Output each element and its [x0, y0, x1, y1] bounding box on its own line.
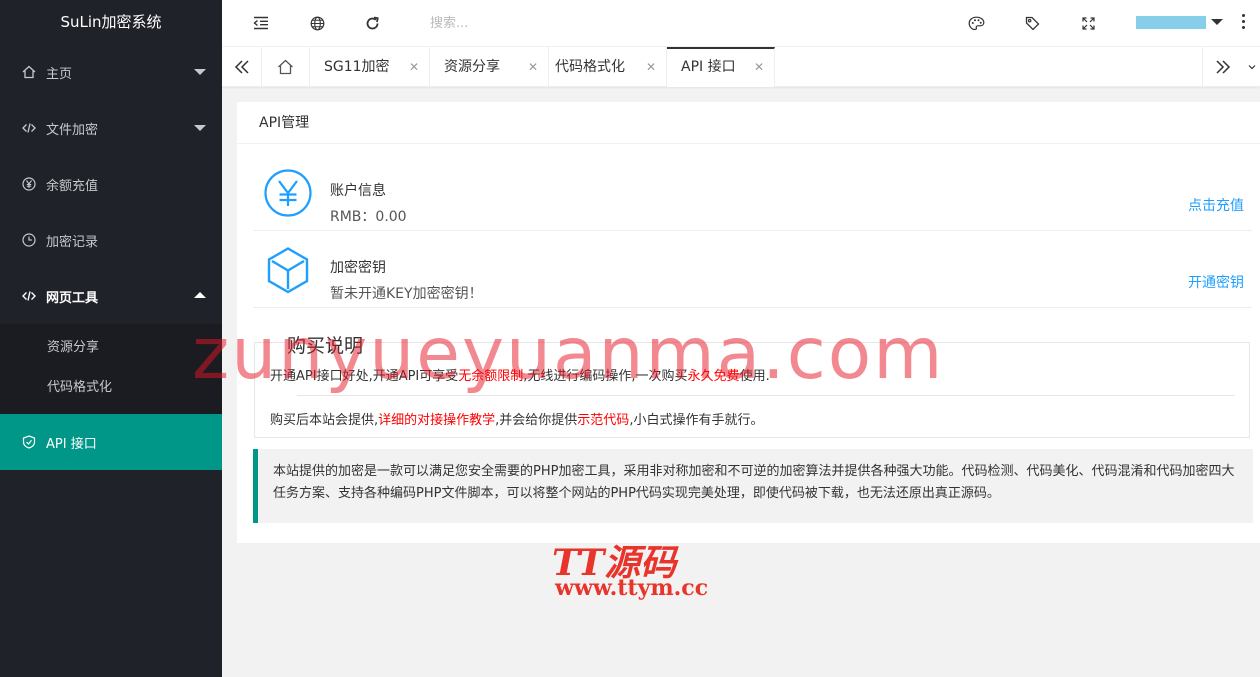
tabs-scroll-right-icon[interactable]	[1202, 47, 1242, 87]
sidebar-item-recharge[interactable]: 余额充值	[0, 156, 222, 212]
account-title: 账户信息	[330, 183, 386, 199]
tabs-scroll-left-icon[interactable]	[222, 47, 262, 87]
sidebar-item-home[interactable]: 主页	[0, 44, 222, 100]
tab-bar: SG11加密 ✕ 资源分享 ✕ 代码格式化 ✕ API 接口 ✕	[222, 47, 1260, 87]
tab-resource-share[interactable]: 资源分享 ✕	[430, 47, 549, 87]
close-icon[interactable]: ✕	[528, 47, 538, 87]
sidebar-item-label: 余额充值	[46, 178, 99, 194]
tab-api[interactable]: API 接口 ✕	[667, 47, 775, 87]
sidebar-item-web-tools[interactable]: 网页工具	[0, 268, 222, 324]
chevron-down-icon	[194, 125, 206, 131]
fullscreen-icon[interactable]	[1079, 14, 1097, 32]
refresh-icon[interactable]	[363, 14, 381, 32]
sidebar-subitem-code-format[interactable]: 代码格式化	[0, 368, 222, 408]
search-input[interactable]	[430, 13, 610, 33]
watermark-domain: zunyueyuanma.com	[192, 312, 945, 395]
close-icon[interactable]: ✕	[754, 49, 764, 85]
more-vertical-icon[interactable]	[1242, 14, 1246, 32]
chevron-down-icon[interactable]	[1211, 19, 1223, 25]
key-status: 暂未开通KEY加密密钥！	[330, 286, 483, 302]
tab-home[interactable]	[262, 47, 310, 87]
account-balance: RMB：0.00	[330, 209, 407, 225]
recharge-link[interactable]: 点击充值	[1188, 195, 1244, 215]
chevron-down-icon	[194, 69, 206, 75]
home-icon	[22, 65, 36, 79]
yen-icon	[263, 168, 313, 218]
sidebar-item-label: 加密记录	[46, 234, 99, 250]
encrypt-key-row: 加密密钥 暂未开通KEY加密密钥！ 开通密钥	[253, 231, 1252, 308]
code-icon	[22, 289, 36, 303]
page-title: API管理	[237, 102, 1260, 144]
chevron-up-icon	[194, 292, 206, 298]
sidebar: SuLin加密系统 主页 文件加密 余额充值 加密记录 网页工具 资源分享 代码…	[0, 0, 222, 677]
account-info-row: 账户信息 RMB：0.00 点击充值	[253, 154, 1252, 231]
yen-icon	[22, 177, 36, 191]
sidebar-item-label: 主页	[46, 66, 73, 82]
tabs-dropdown-icon[interactable]	[1243, 47, 1260, 87]
sidebar-item-label: API 接口	[46, 436, 97, 452]
sidebar-item-records[interactable]: 加密记录	[0, 212, 222, 268]
home-icon	[277, 59, 294, 75]
open-key-link[interactable]: 开通密钥	[1188, 272, 1244, 292]
highlight-text: 示范代码	[577, 413, 630, 428]
text: ,小白式操作有手就行。	[629, 413, 764, 428]
tag-icon[interactable]	[1023, 14, 1041, 32]
cube-icon	[263, 245, 313, 295]
text: ,并会给你提供	[495, 413, 578, 428]
theme-palette-icon[interactable]	[967, 14, 985, 32]
shield-icon	[22, 435, 36, 449]
highlight-text: 详细的对接操作教学	[378, 413, 496, 428]
close-icon[interactable]: ✕	[409, 47, 419, 87]
sidebar-subitem-resource-share[interactable]: 资源分享	[0, 328, 222, 368]
description-note: 本站提供的加密是一款可以满足您安全需要的PHP加密工具，采用非对称加密和不可逆的…	[253, 449, 1253, 523]
divider	[297, 395, 1235, 396]
close-icon[interactable]: ✕	[646, 47, 656, 87]
sidebar-item-file-encrypt[interactable]: 文件加密	[0, 100, 222, 156]
watermark-url: www.ttym.cc	[555, 575, 709, 601]
sidebar-item-label: 网页工具	[46, 290, 99, 306]
tab-sg11[interactable]: SG11加密 ✕	[310, 47, 430, 87]
top-header	[222, 0, 1260, 47]
app-title: SuLin加密系统	[60, 13, 162, 31]
text: 购买后本站会提供,	[270, 413, 379, 428]
sidebar-item-api[interactable]: API 接口	[0, 414, 222, 470]
globe-icon[interactable]	[308, 14, 326, 32]
purchase-line-2: 购买后本站会提供,详细的对接操作教学,并会给你提供示范代码,小白式操作有手就行。	[270, 409, 763, 428]
tab-code-format[interactable]: 代码格式化 ✕	[541, 47, 667, 87]
tab-label: 资源分享	[444, 59, 500, 75]
tab-label: API 接口	[681, 59, 736, 75]
menu-fold-icon[interactable]	[252, 14, 270, 32]
clock-icon	[22, 233, 36, 247]
tab-label: SG11加密	[324, 59, 390, 75]
sidebar-item-label: 文件加密	[46, 122, 99, 138]
code-icon	[22, 121, 36, 135]
sidebar-subnav: 资源分享 代码格式化	[0, 324, 222, 414]
avatar[interactable]	[1136, 16, 1206, 29]
tab-label: 代码格式化	[555, 59, 625, 75]
key-title: 加密密钥	[330, 260, 386, 276]
